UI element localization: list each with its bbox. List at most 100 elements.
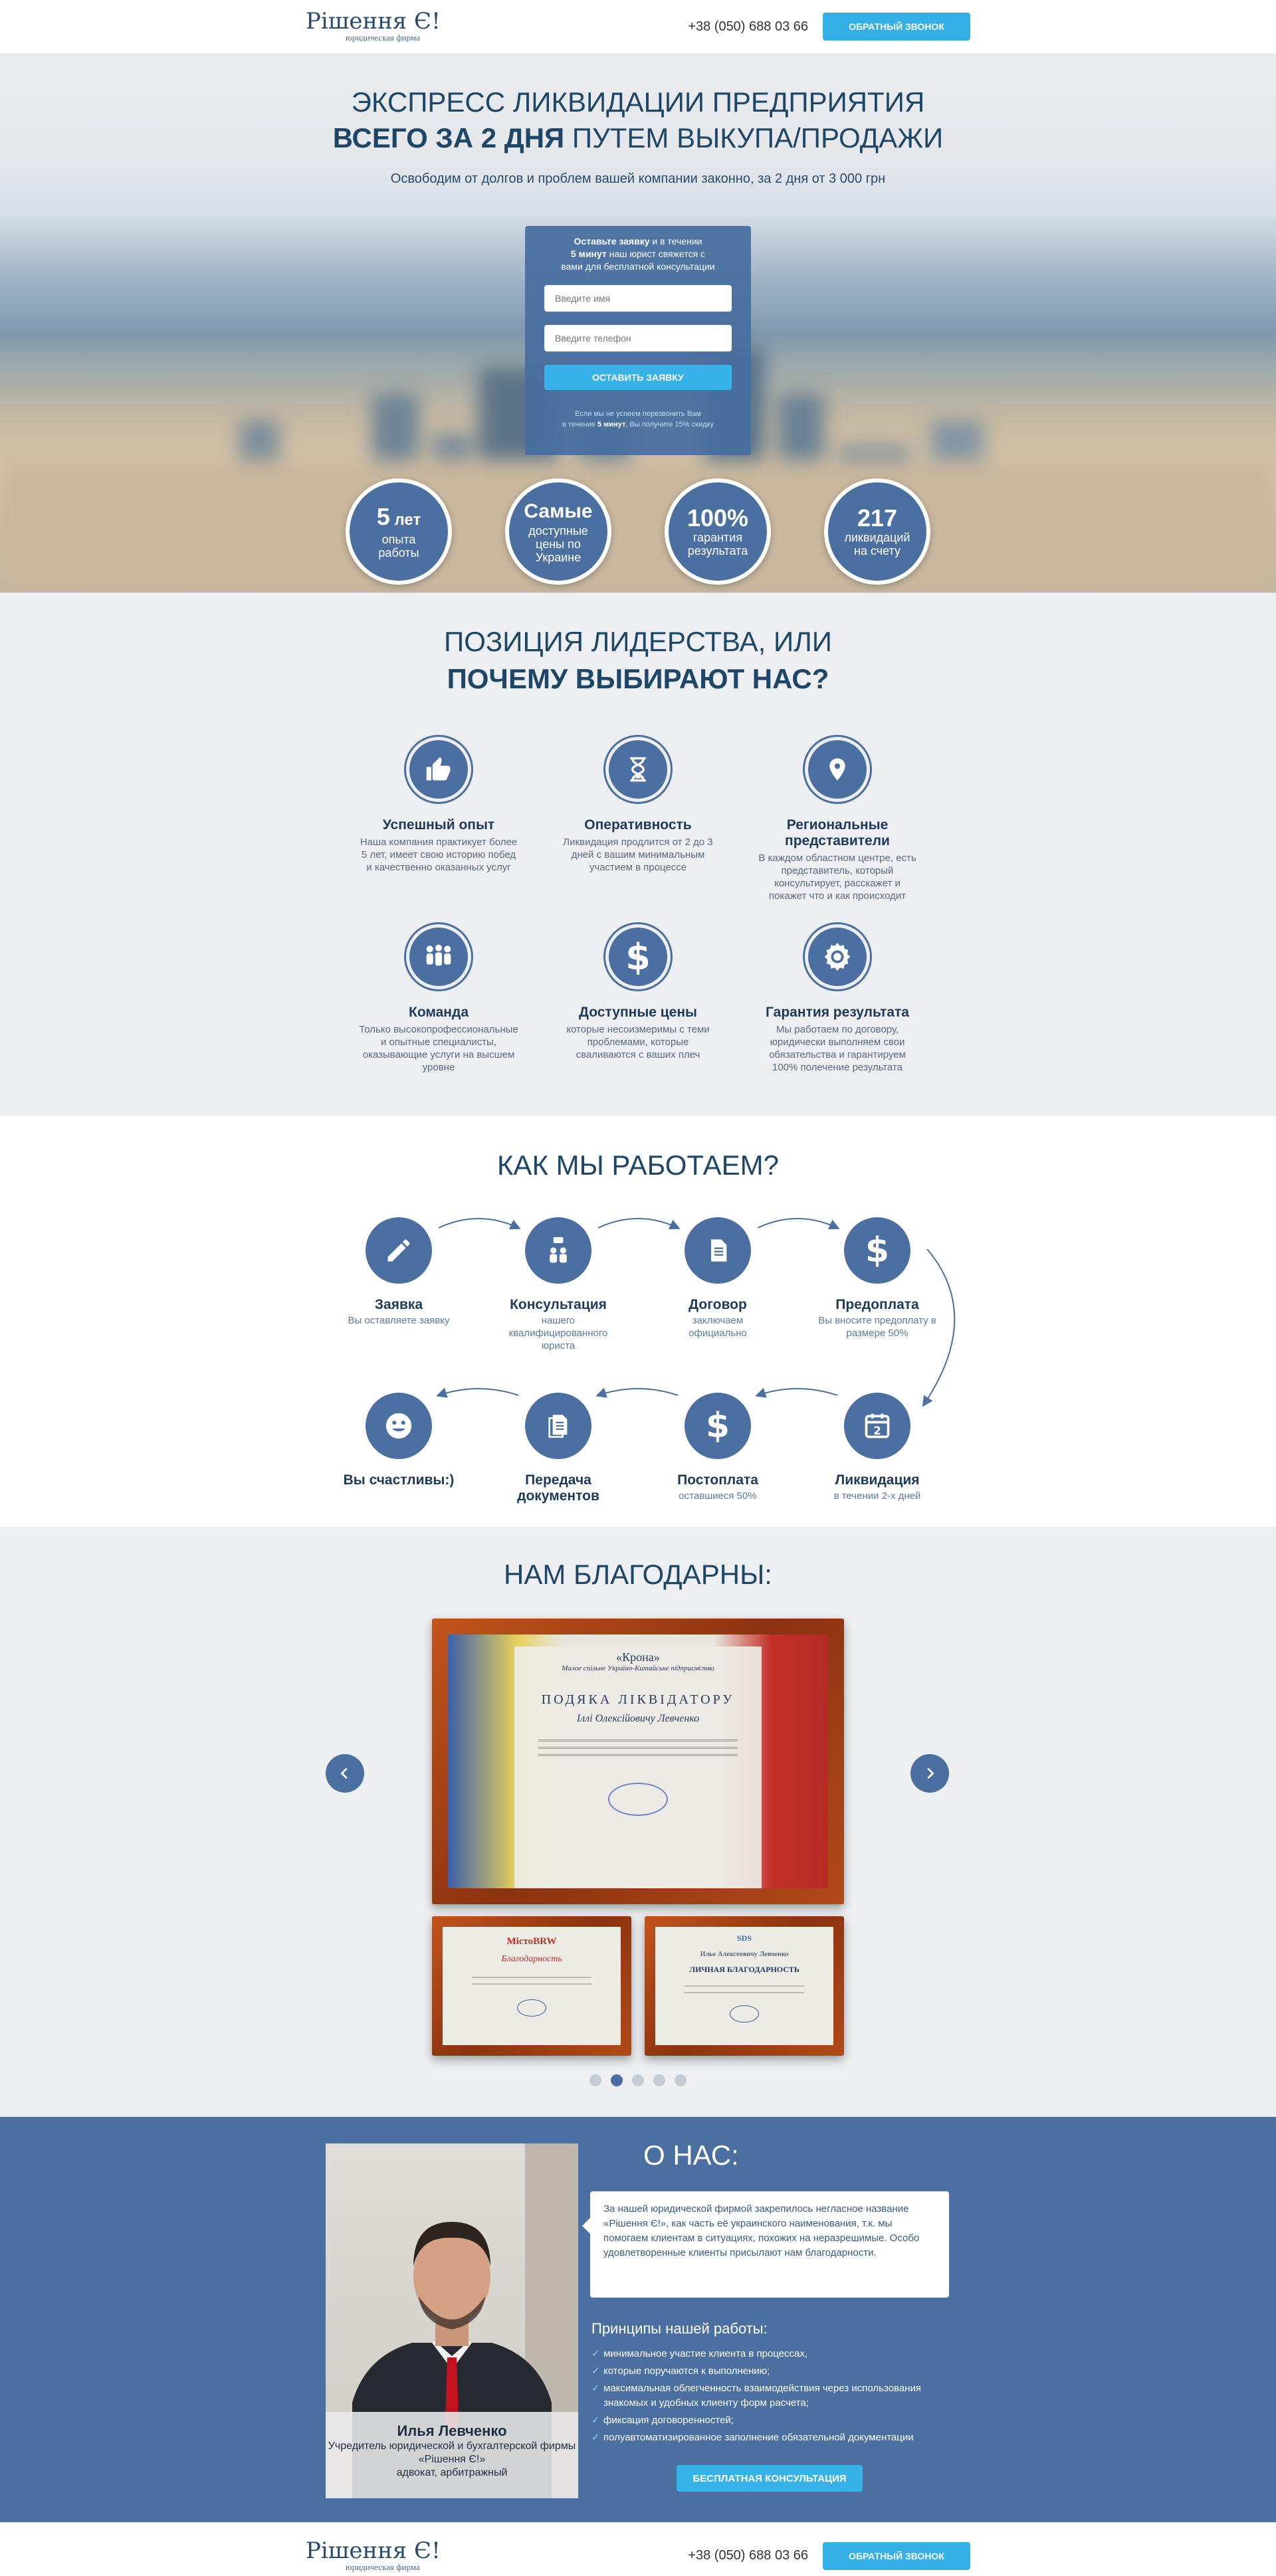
dollar-icon: $ bbox=[609, 928, 667, 986]
phone-input[interactable] bbox=[544, 325, 732, 351]
slider-dots bbox=[0, 2074, 1276, 2086]
step-title: Ликвидация bbox=[835, 1472, 920, 1488]
map-pin-icon bbox=[808, 740, 867, 799]
document-icon bbox=[685, 1217, 751, 1284]
step-text: в течении 2-х дней bbox=[833, 1490, 921, 1502]
feature-prices: $ Доступные цены которые несоизмеримы с … bbox=[538, 922, 738, 1074]
stamp-seal bbox=[608, 1783, 668, 1816]
stat-value: Самые bbox=[524, 500, 593, 522]
step-title: Постоплата bbox=[677, 1472, 758, 1488]
form-heading-text-3: вами для бесплатной консультации bbox=[561, 261, 715, 272]
certificate-brand: SDS bbox=[736, 1933, 752, 1943]
certificate-name: Илье Алексеевичу Левченко bbox=[700, 1950, 789, 1958]
callback-button[interactable]: ОБРАТНЫЙ ЗВОНОК bbox=[823, 13, 970, 41]
stat-label: на счету bbox=[854, 544, 901, 557]
chevron-left-icon bbox=[340, 1767, 348, 1779]
pencil-icon bbox=[366, 1217, 432, 1284]
feature-experience: Успешный опыт Наша компания практикует б… bbox=[339, 735, 538, 902]
logo-subtitle: юридическая фирма bbox=[346, 2561, 420, 2572]
certificate-heading: ПОДЯКА ЛІКВІДАТОРУ bbox=[541, 1692, 735, 1707]
chevron-right-icon bbox=[927, 1767, 934, 1779]
team-icon bbox=[409, 928, 468, 986]
hero-title-line2: ВСЕГО ЗА 2 ДНЯ ПУТЕМ ВЫКУПА/ПРОДАЖИ bbox=[0, 122, 1276, 154]
slider-dot-active[interactable] bbox=[611, 2074, 623, 2086]
why-title: ПОЗИЦИЯ ЛИДЕРСТВА, ИЛИ bbox=[444, 626, 832, 657]
logo-text: Рішення Є! bbox=[306, 2537, 441, 2564]
about-title: О НАС: bbox=[643, 2139, 739, 2171]
step-title: Договор bbox=[689, 1297, 747, 1312]
form-note-line2-end: , Вы получите 15% скидку bbox=[625, 421, 714, 429]
stat-label: результата bbox=[687, 544, 748, 557]
form-note: Если мы не успеем перезвонить Вам в тече… bbox=[544, 409, 732, 430]
certificate-name: Іллі Олексійовичу Левченко bbox=[576, 1713, 700, 1724]
footer-phone-number[interactable]: +38 (050) 688 03 66 bbox=[688, 2548, 808, 2563]
feature-title: Гарантия результата bbox=[766, 1005, 909, 1020]
feature-text: В каждом областном центре, есть представ… bbox=[758, 852, 916, 902]
stat-guarantee: 100% гарантия результата bbox=[665, 478, 771, 585]
principles-title: Принципы нашей работы: bbox=[591, 2320, 768, 2337]
feature-speed: Оперативность Ликвидация продлится от 2 … bbox=[538, 735, 738, 902]
slider-dot[interactable] bbox=[653, 2074, 665, 2086]
stat-value-suffix: лет bbox=[389, 510, 421, 529]
flow-arrows bbox=[436, 1218, 956, 1407]
stat-value: 217 bbox=[857, 504, 898, 532]
principles-list: минимальное участие клиента в процессах,… bbox=[591, 2347, 964, 2448]
stat-label: доступные bbox=[528, 524, 588, 538]
founder-caption: Илья Левченко Учредитель юридической и б… bbox=[326, 2412, 578, 2498]
form-note-line1: Если мы не успеем перезвонить Вам bbox=[575, 410, 701, 418]
founder-role: Учредитель юридической и бухгалтерской ф… bbox=[328, 2440, 576, 2465]
dollar-icon: $ bbox=[844, 1217, 910, 1284]
feature-regional: Региональные представители В каждом обла… bbox=[738, 735, 937, 902]
feature-title: Успешный опыт bbox=[382, 817, 495, 833]
footer-callback-button[interactable]: ОБРАТНЫЙ ЗВОНОК bbox=[823, 2541, 970, 2570]
feature-guarantee: Гарантия результата Мы работаем по догов… bbox=[738, 922, 937, 1074]
logo[interactable]: Рішення Є! юридическая фирма bbox=[306, 10, 441, 43]
slider-next-button[interactable] bbox=[910, 1754, 949, 1793]
principle-item: фиксация договоренностей; bbox=[591, 2413, 964, 2428]
form-heading-text-2: наш юрист свяжется с bbox=[606, 248, 706, 259]
feature-text: Наша компания практикует более 5 лет, им… bbox=[360, 837, 518, 873]
form-heading-text: и в течении bbox=[649, 236, 702, 247]
form-heading: Оставьте заявку и в течении 5 минут наш … bbox=[544, 235, 732, 273]
certificate-main[interactable]: «Крона» Малое спільне Україно-Китайське … bbox=[432, 1619, 844, 1904]
founder-name: Илья Левченко bbox=[397, 2423, 507, 2439]
feature-title: Оперативность bbox=[584, 817, 692, 833]
consult-icon bbox=[525, 1217, 591, 1284]
step-prepayment: $ Предоплата Вы вносите предоплату в раз… bbox=[811, 1217, 944, 1339]
step-contract: Договор заключаем официально bbox=[651, 1217, 784, 1339]
stat-value: 5 bbox=[376, 502, 390, 530]
slider-dot[interactable] bbox=[632, 2074, 644, 2086]
slider-dot[interactable] bbox=[675, 2074, 687, 2086]
step-title: Вы счастливы:) bbox=[343, 1472, 455, 1488]
hero-title-bold: ВСЕГО ЗА 2 ДНЯ bbox=[332, 122, 565, 153]
name-input[interactable] bbox=[544, 285, 732, 312]
why-title-bold: ПОЧЕМУ ВЫБИРАЮТ НАС? bbox=[447, 663, 829, 694]
certificate-org-sub: Малое спільне Україно-Китайське підприєм… bbox=[562, 1664, 714, 1672]
about-section: Илья Левченко Учредитель юридической и б… bbox=[0, 2117, 1276, 2522]
phone-number[interactable]: +38 (050) 688 03 66 bbox=[688, 19, 808, 35]
feature-title: Команда bbox=[409, 1005, 469, 1020]
certificate-brand: МістоBRW bbox=[506, 1936, 557, 1947]
certificate-right[interactable]: SDS Илье Алексеевичу Левченко ЛИЧНАЯ БЛА… bbox=[645, 1916, 844, 2056]
principle-item: которые поручаются к выполнению; bbox=[591, 2364, 964, 2379]
footer-logo[interactable]: Рішення Є! юридическая фирма bbox=[306, 2539, 441, 2573]
step-request: Заявка Вы оставляете заявку bbox=[332, 1217, 465, 1327]
form-note-line2: в течение bbox=[562, 421, 597, 429]
free-consultation-button[interactable]: БЕСПЛАТНАЯ КОНСУЛЬТАЦИЯ bbox=[677, 2465, 863, 2492]
step-consultation: Консультация нашего квалифицированного ю… bbox=[492, 1217, 625, 1352]
feature-text: Только высокопрофессиональные и опытные … bbox=[359, 1024, 518, 1073]
feature-text: которые несоизмеримы с теми проблемами, … bbox=[566, 1024, 710, 1060]
request-form: Оставьте заявку и в течении 5 минут наш … bbox=[525, 226, 751, 455]
step-text: оставшиеся 50% bbox=[679, 1490, 757, 1502]
stat-label: гарантия bbox=[692, 531, 743, 544]
form-heading-bold: Оставьте заявку bbox=[574, 236, 650, 247]
certificate-org: «Крона» bbox=[616, 1650, 660, 1664]
feature-title: Региональные представители bbox=[785, 817, 890, 848]
stat-label: работы bbox=[378, 545, 419, 559]
form-heading-bold-2: 5 минут bbox=[570, 248, 607, 259]
stat-label: ликвидаций bbox=[844, 531, 910, 544]
submit-request-button[interactable]: ОСТАВИТЬ ЗАЯВКУ bbox=[544, 365, 732, 390]
certificate-left[interactable]: МістоBRW Благодарность bbox=[432, 1916, 631, 2056]
slider-prev-button[interactable] bbox=[326, 1754, 364, 1793]
slider-dot[interactable] bbox=[589, 2074, 601, 2086]
